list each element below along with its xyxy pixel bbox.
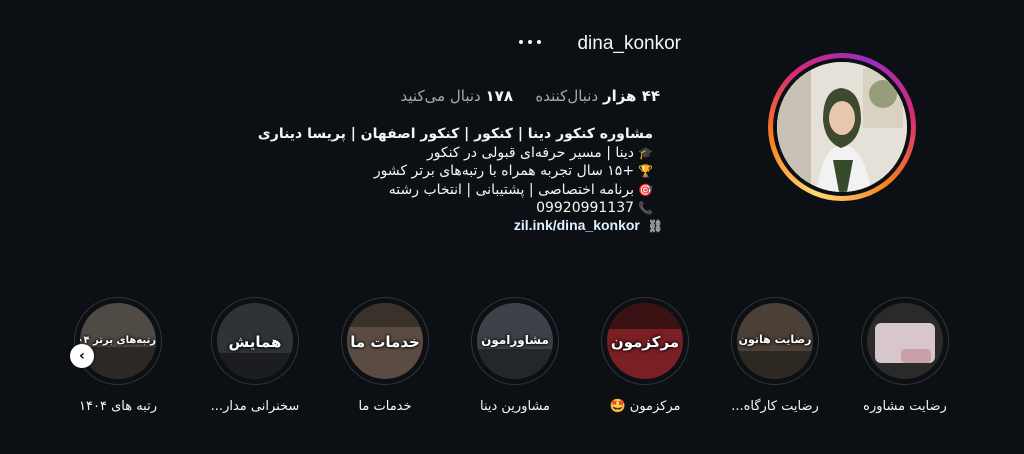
highlight-cover-text: رتبه‌های برتر ۱۴۰۴ xyxy=(80,335,156,346)
target-icon: 🎯 xyxy=(638,182,653,197)
dot-icon xyxy=(537,40,541,44)
highlight-item[interactable]: مرکزمون مرکزمون 🤩 xyxy=(585,297,705,414)
highlight-cover-text: همایش xyxy=(228,333,282,351)
highlight-label: رتبه های ۱۴۰۴ xyxy=(79,399,157,414)
link-icon: ⛓ xyxy=(647,219,663,233)
more-options-button[interactable] xyxy=(516,30,546,54)
following-label: دنبال می‌کنید xyxy=(400,87,481,105)
bio-line: برنامه اختصاصی | پشتیبانی | انتخاب رشته xyxy=(388,181,635,198)
bio-link-text: zil.ink/dina_konkor xyxy=(513,217,640,233)
highlight-item[interactable]: رضایت مشاوره xyxy=(845,297,965,414)
highlight-item[interactable]: مشاورامون مشاورین دینا xyxy=(455,297,575,414)
highlight-cover[interactable]: رضایت هاتون xyxy=(731,297,819,385)
bio-link[interactable]: zil.ink/dina_konkor ⛓ xyxy=(514,217,663,233)
highlight-item[interactable]: خدمات ما خدمات ما xyxy=(325,297,445,414)
highlight-cover-text: رضایت هاتون xyxy=(738,333,812,346)
graduation-cap-icon: 🎓 xyxy=(638,145,653,160)
highlight-item[interactable]: رضایت هاتون رضایت کارگاه... xyxy=(715,297,835,414)
highlight-label: مشاورین دینا xyxy=(479,399,550,414)
highlight-label: خدمات ما xyxy=(358,399,412,414)
dot-icon xyxy=(528,40,532,44)
bio-phone: 09920991137 xyxy=(536,200,635,216)
highlight-cover-text: مشاورامون xyxy=(481,333,549,347)
dot-icon xyxy=(519,40,523,44)
highlight-cover[interactable]: مرکزمون xyxy=(601,297,689,385)
highlight-cover[interactable]: خدمات ما xyxy=(341,297,429,385)
profile-avatar[interactable] xyxy=(768,53,916,201)
highlight-label: سخنرانی مدار... xyxy=(210,399,300,414)
highlight-cover[interactable]: مشاورامون xyxy=(471,297,559,385)
highlight-cover-text: خدمات ما xyxy=(350,333,420,351)
bio-name: مشاوره کنکور دینا | کنکور | کنکور اصفهان… xyxy=(257,126,653,142)
highlight-item[interactable]: همایش سخنرانی مدار... xyxy=(195,297,315,414)
bio-line: +۱۵ سال تجربه همراه با رتبه‌های برتر کشو… xyxy=(373,163,635,179)
highlight-cover[interactable]: رتبه‌های برتر ۱۴۰۴ xyxy=(74,297,162,385)
highlight-label: رضایت کارگاه... xyxy=(731,399,819,414)
highlight-label: رضایت مشاوره xyxy=(863,399,947,414)
following-stat[interactable]: ۱۷۸ دنبال می‌کنید xyxy=(401,87,513,105)
following-count: ۱۷۸ xyxy=(485,87,513,105)
highlight-cover[interactable]: همایش xyxy=(211,297,299,385)
username: dina_konkor xyxy=(577,33,681,54)
profile-bio: مشاوره کنکور دینا | کنکور | کنکور اصفهان… xyxy=(257,125,653,218)
highlight-label: مرکزمون 🤩 xyxy=(609,399,681,414)
followers-label: دنبال‌کننده xyxy=(535,87,599,105)
highlight-cover[interactable] xyxy=(861,297,949,385)
highlight-cover-text: مرکزمون xyxy=(610,333,680,351)
trophy-icon: 🏆 xyxy=(638,164,653,178)
chevron-left-icon[interactable]: ‹ xyxy=(70,344,94,368)
phone-icon: 📞 xyxy=(638,201,653,215)
bio-line: دینا | مسیر حرفه‌ای قبولی در کنکور xyxy=(426,144,635,161)
followers-count: ۴۴ هزار xyxy=(602,87,660,105)
avatar-photo xyxy=(777,62,907,192)
followers-stat[interactable]: ۴۴ هزار دنبال‌کننده xyxy=(535,87,660,105)
